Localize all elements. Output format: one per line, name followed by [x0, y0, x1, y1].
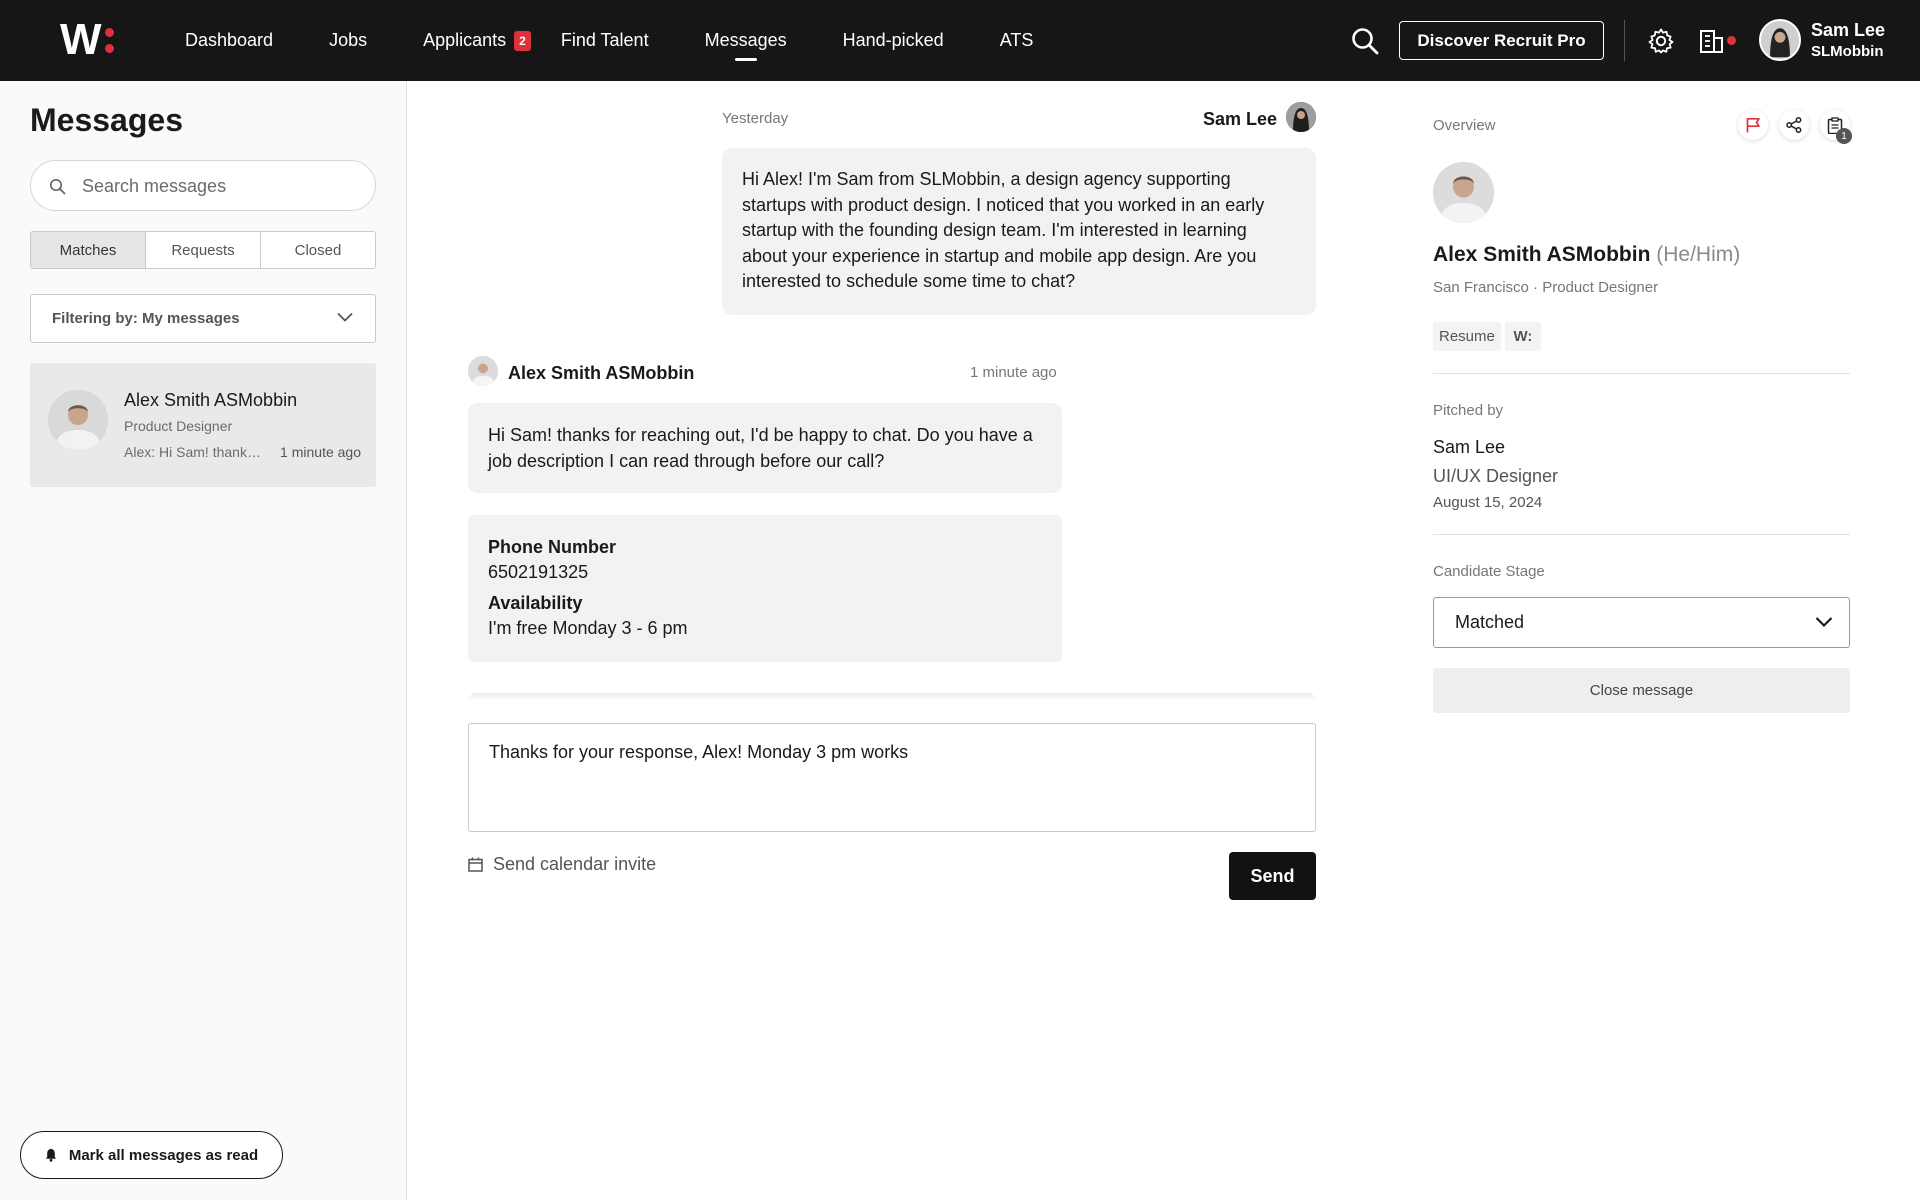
outgoing-sender-name: Sam Lee [1203, 109, 1278, 129]
gear-icon[interactable] [1647, 27, 1675, 55]
resume-link[interactable]: Resume [1433, 322, 1501, 351]
message-tabs: Matches Requests Closed [30, 231, 376, 269]
incoming-avatar-graphic [468, 356, 498, 386]
flag-button[interactable] [1738, 110, 1768, 140]
discover-recruit-pro-button[interactable]: Discover Recruit Pro [1399, 21, 1604, 60]
filter-label: Filtering by: My messages [52, 310, 240, 327]
send-button[interactable]: Send [1229, 852, 1316, 900]
nav-messages-label: Messages [704, 30, 787, 50]
pitched-by-name: Sam Lee [1433, 437, 1506, 457]
conversation-preview: Alex: Hi Sam! thanks for reaching out, I… [124, 444, 264, 460]
filter-dropdown[interactable]: Filtering by: My messages [30, 294, 376, 343]
incoming-timestamp: 1 minute ago [970, 364, 1057, 381]
nav-hand-picked-label: Hand-picked [842, 30, 944, 50]
calendar-icon [468, 857, 483, 872]
availability-label: Availability [488, 593, 583, 613]
compose-box[interactable] [468, 723, 1316, 832]
phone-label: Phone Number [488, 537, 617, 557]
building-icon[interactable] [1698, 27, 1726, 55]
conversation-time: 1 minute ago [280, 444, 361, 460]
overview-label: Overview [1433, 117, 1496, 134]
share-icon [1786, 117, 1802, 133]
search-input[interactable] [82, 173, 352, 199]
candidate-location-role: San Francisco · Product Designer [1433, 279, 1659, 296]
candidate-stage-select[interactable]: Matched [1433, 597, 1850, 648]
user-name[interactable]: Sam Lee [1811, 20, 1885, 41]
divider [1433, 373, 1850, 374]
thread-divider [468, 693, 1316, 701]
close-message-button[interactable]: Close message [1433, 668, 1850, 713]
logo-wordmark: W [60, 15, 102, 64]
avatar[interactable] [1759, 19, 1801, 61]
tab-matches[interactable]: Matches [31, 232, 146, 268]
avatar [468, 356, 498, 386]
message-input[interactable] [489, 740, 1289, 820]
search-icon[interactable] [1350, 26, 1380, 56]
brand-logo[interactable]: W [60, 15, 114, 64]
flag-icon [1746, 118, 1760, 133]
chevron-down-icon [1815, 617, 1833, 628]
conversation-title: Product Designer [124, 418, 233, 434]
nav-ats[interactable]: ATS [1000, 0, 1034, 81]
conversation-name: Alex Smith ASMobbin [124, 390, 298, 410]
chevron-down-icon [337, 312, 353, 322]
page-title: Messages [30, 102, 183, 138]
avatar [48, 390, 108, 450]
divider [1433, 534, 1850, 535]
nav-dashboard-label: Dashboard [185, 30, 274, 50]
nav-applicants-label: Applicants [423, 30, 507, 50]
list-item[interactable]: Alex Smith ASMobbin Product Designer Ale… [30, 363, 376, 487]
avatar [1286, 102, 1316, 132]
calendar-invite-label: Send calendar invite [493, 854, 657, 874]
tab-closed[interactable]: Closed [261, 232, 375, 268]
messages-sidebar: Messages Matches Requests Closed Filteri… [0, 81, 407, 1200]
mark-all-read-button[interactable]: Mark all messages as read [20, 1131, 283, 1179]
notes-count-badge: 1 [1836, 128, 1852, 144]
candidate-pronouns: (He/Him) [1656, 243, 1741, 266]
contact-info-card: Phone Number 6502191325 Availability I'm… [468, 515, 1062, 662]
incoming-sender-name: Alex Smith ASMobbin [508, 363, 695, 383]
nav-jobs-label: Jobs [329, 30, 368, 50]
applicants-count-badge: 2 [514, 30, 531, 51]
user-org[interactable]: SLMobbin [1811, 43, 1883, 60]
pitched-by-role: UI/UX Designer [1433, 466, 1559, 486]
pitched-date: August 15, 2024 [1433, 494, 1543, 511]
sender-avatar-graphic [1286, 102, 1316, 132]
phone-value: 6502191325 [488, 562, 589, 582]
candidate-name: Alex Smith ASMobbin (He/Him) [1433, 243, 1740, 267]
candidate-stage-label: Candidate Stage [1433, 563, 1545, 580]
nav-messages[interactable]: Messages [705, 0, 787, 81]
candidate-avatar-graphic [48, 390, 108, 450]
incoming-message-bubble: Hi Sam! thanks for reaching out, I'd be … [468, 403, 1062, 493]
candidate-name-text: Alex Smith ASMobbin [1433, 243, 1651, 266]
mark-read-label: Mark all messages as read [68, 1146, 259, 1164]
availability-value: I'm free Monday 3 - 6 pm [488, 618, 688, 638]
share-button[interactable] [1779, 110, 1809, 140]
nav-divider [1624, 20, 1625, 61]
nav-find-talent[interactable]: Find Talent [561, 0, 649, 81]
nav-hand-picked[interactable]: Hand-picked [843, 0, 944, 81]
avatar [1433, 162, 1494, 223]
main-nav: Dashboard Jobs Applicants 2 Find Talent M… [185, 0, 1089, 81]
nav-dashboard[interactable]: Dashboard [185, 0, 273, 81]
outgoing-message-bubble: Hi Alex! I'm Sam from SLMobbin, a design… [722, 148, 1316, 315]
candidate-stage-value: Matched [1455, 612, 1525, 632]
day-separator: Yesterday [722, 110, 789, 127]
bell-icon [45, 1149, 56, 1162]
candidate-photo-graphic [1433, 162, 1494, 223]
search-icon [49, 178, 66, 195]
profile-link[interactable]: W: [1505, 322, 1541, 351]
nav-find-talent-label: Find Talent [560, 30, 649, 50]
logo-dots [104, 27, 114, 53]
user-avatar-graphic [1761, 21, 1799, 59]
nav-applicants[interactable]: Applicants 2 [423, 0, 531, 81]
nav-ats-label: ATS [999, 30, 1034, 50]
notification-dot [1727, 36, 1736, 45]
send-calendar-invite-button[interactable]: Send calendar invite [468, 854, 656, 875]
nav-jobs[interactable]: Jobs [329, 0, 367, 81]
search-messages-box[interactable] [30, 160, 376, 211]
tab-requests[interactable]: Requests [146, 232, 261, 268]
pitched-by-label: Pitched by [1433, 402, 1504, 419]
top-navigation-bar: W Dashboard Jobs Applicants 2 Find Talent… [0, 0, 1920, 81]
